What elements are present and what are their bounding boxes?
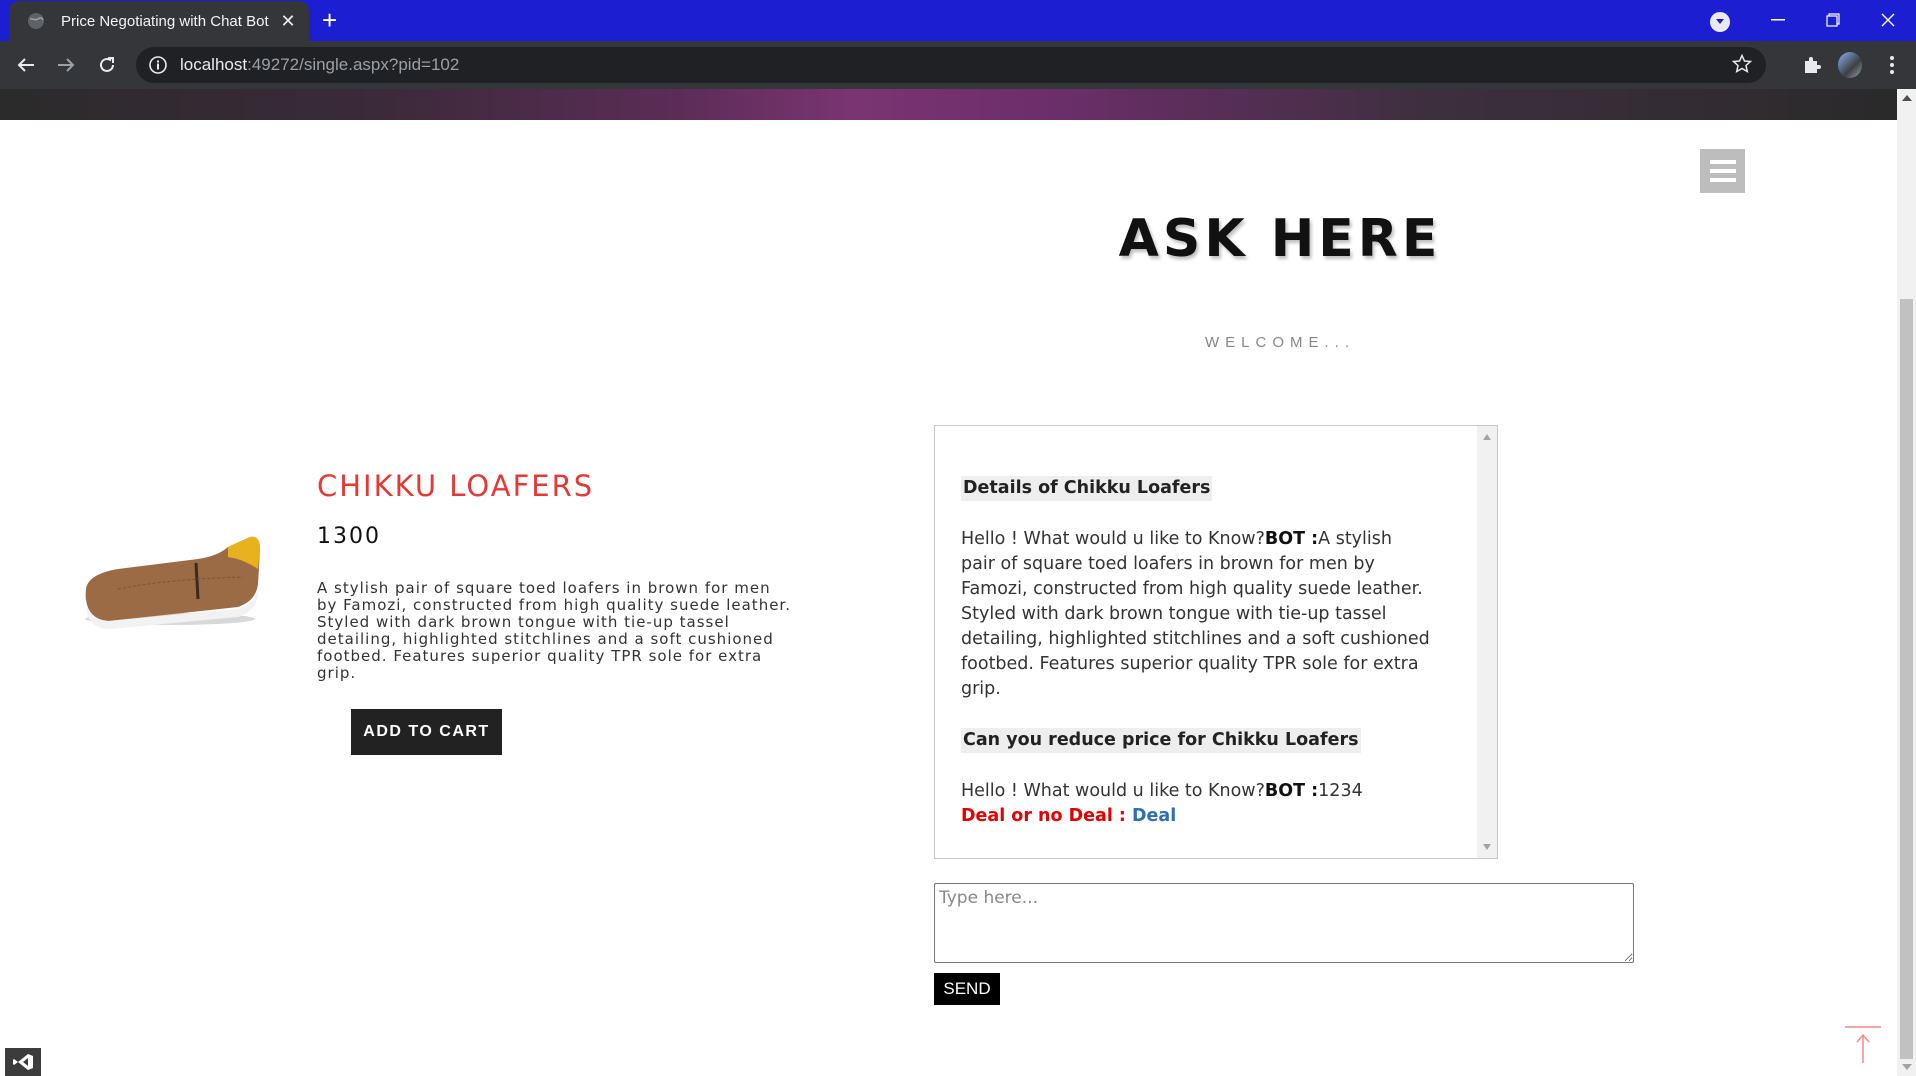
product-price: 1300 xyxy=(317,524,381,549)
scroll-down-arrow-icon[interactable] xyxy=(1483,844,1491,850)
bot-text: A stylish pair of square toed loafers in… xyxy=(961,529,1430,699)
bot-label: BOT : xyxy=(1264,529,1319,549)
reload-icon[interactable] xyxy=(95,53,119,77)
tab-close-icon[interactable]: ✕ xyxy=(277,11,299,32)
send-button[interactable]: SEND xyxy=(934,973,1000,1005)
scroll-up-arrow-icon[interactable] xyxy=(1902,95,1912,101)
address-bar[interactable]: localhost:49272/single.aspx?pid=102 xyxy=(136,47,1766,83)
bot-reply: Hello ! What would u like to Know?BOT :A… xyxy=(961,527,1431,702)
user-question: Can you reduce price for Chikku Loafers xyxy=(961,728,1361,753)
info-icon[interactable] xyxy=(148,55,168,75)
deal-label: Deal or no Deal : xyxy=(961,806,1133,826)
browser-toolbar: localhost:49272/single.aspx?pid=102 xyxy=(0,41,1916,89)
scrollbar-thumb[interactable] xyxy=(1900,299,1913,1059)
chat-log[interactable]: Details of Chikku Loafers Hello ! What w… xyxy=(934,425,1498,859)
url-text[interactable]: localhost:49272/single.aspx?pid=102 xyxy=(180,55,459,75)
back-arrow-icon[interactable] xyxy=(14,53,38,77)
scroll-up-arrow-icon[interactable] xyxy=(1483,434,1491,440)
chat-input[interactable] xyxy=(934,883,1634,963)
tab-title: Price Negotiating with Chat Bot xyxy=(61,12,269,30)
product-image xyxy=(85,536,260,629)
product-description: A stylish pair of square toed loafers in… xyxy=(317,579,791,682)
chat-scrollbar[interactable] xyxy=(1477,426,1497,858)
page-viewport: ASK HERE WELCOME... CHIKKU LOAFERS 1300 … xyxy=(0,89,1897,1076)
bot-greeting: Hello ! What would u like to Know? xyxy=(961,529,1265,549)
forward-arrow-icon[interactable] xyxy=(54,53,78,77)
browser-tab[interactable]: Price Negotiating with Chat Bot ✕ xyxy=(9,1,309,41)
minimize-icon[interactable] xyxy=(1750,0,1805,40)
visual-studio-icon[interactable] xyxy=(5,1048,41,1076)
user-question: Details of Chikku Loafers xyxy=(961,476,1213,501)
page-scrollbar[interactable] xyxy=(1897,89,1916,1076)
deal-value: Deal xyxy=(1132,806,1177,826)
globe-icon xyxy=(28,13,44,29)
extensions-puzzle-icon[interactable] xyxy=(1800,53,1824,77)
url-path: :49272/single.aspx?pid=102 xyxy=(247,55,460,74)
chat-message: Details of Chikku Loafers Hello ! What w… xyxy=(961,476,1431,702)
tab-search-icon[interactable] xyxy=(1710,12,1730,32)
bookmark-star-icon[interactable] xyxy=(1732,54,1752,74)
add-to-cart-button[interactable]: ADD TO CART xyxy=(351,709,502,755)
bot-label: BOT : xyxy=(1264,781,1319,801)
bot-reply: Hello ! What would u like to Know?BOT :1… xyxy=(961,779,1431,804)
browser-titlebar: Price Negotiating with Chat Bot ✕ + xyxy=(0,0,1916,41)
page-subtitle: WELCOME... xyxy=(1204,334,1355,351)
hamburger-menu-icon[interactable] xyxy=(1700,149,1745,193)
bot-text: 1234 xyxy=(1318,781,1363,801)
page-title: ASK HERE xyxy=(1118,209,1442,269)
avatar[interactable] xyxy=(1838,52,1862,78)
chat-message: Can you reduce price for Chikku Loafers … xyxy=(961,728,1431,829)
restore-icon[interactable] xyxy=(1805,0,1860,40)
window-close-icon[interactable] xyxy=(1860,0,1915,40)
chat-messages: Details of Chikku Loafers Hello ! What w… xyxy=(961,476,1431,829)
new-tab-button[interactable]: + xyxy=(322,7,337,33)
product-name: CHIKKU LOAFERS xyxy=(317,469,595,503)
back-to-top-arrow-icon[interactable] xyxy=(1843,1025,1883,1065)
scroll-down-arrow-icon[interactable] xyxy=(1902,1064,1912,1070)
bot-greeting: Hello ! What would u like to Know? xyxy=(961,781,1265,801)
more-menu-icon[interactable] xyxy=(1880,53,1904,77)
url-host: localhost xyxy=(180,55,248,74)
deal-status: Deal or no Deal : Deal xyxy=(961,804,1431,829)
hero-image xyxy=(0,89,1897,120)
